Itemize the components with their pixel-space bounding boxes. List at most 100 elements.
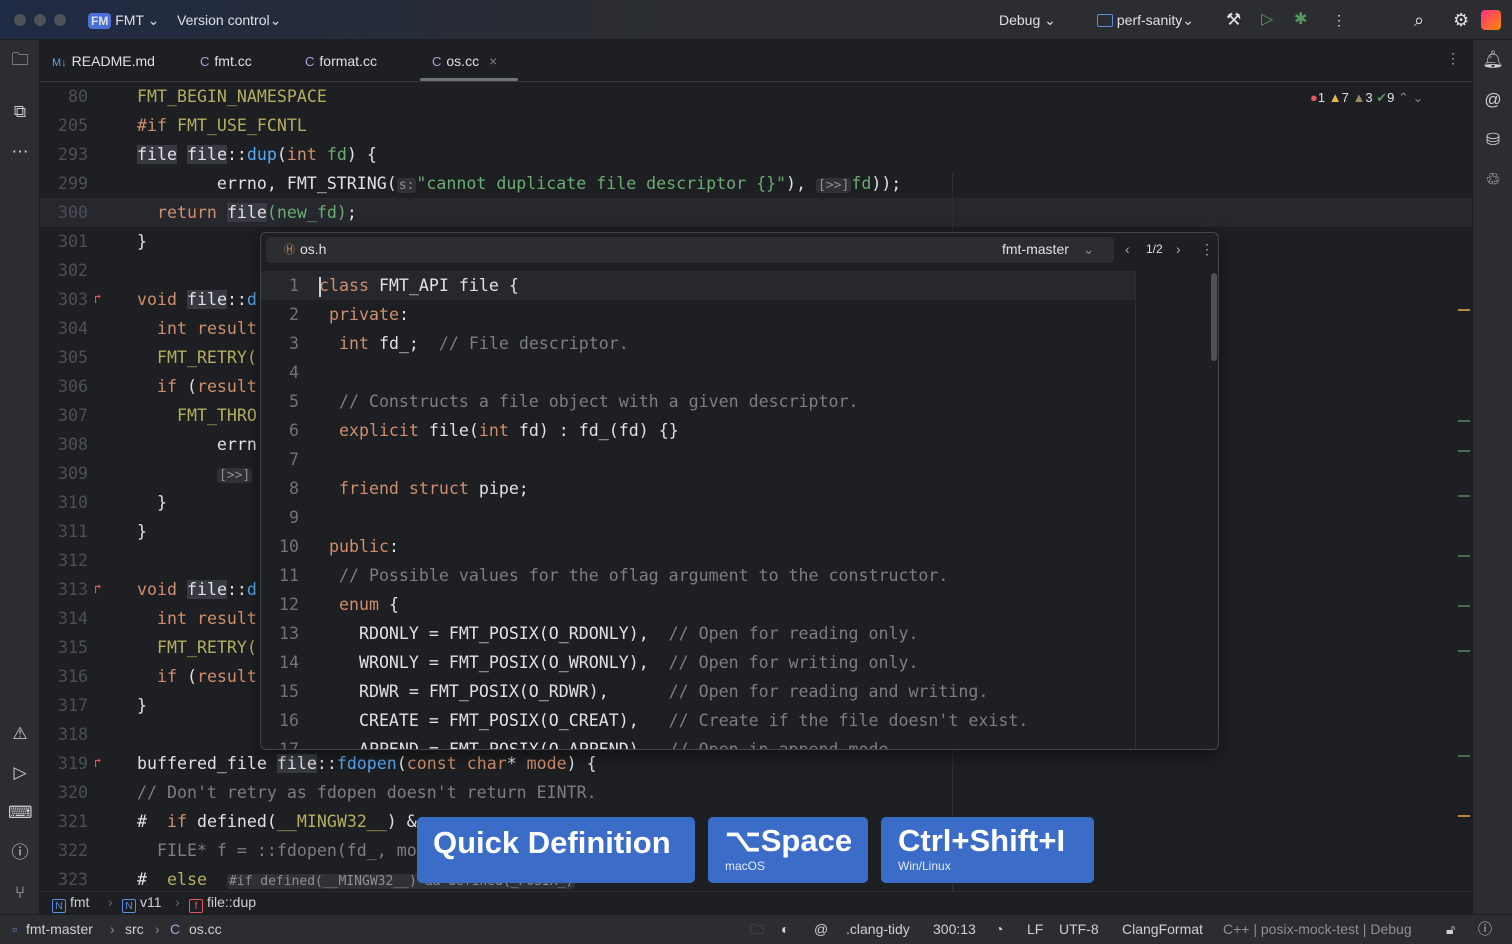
run-config-selector[interactable]: Debug ⌄ bbox=[999, 10, 1056, 30]
chevron-down-icon: ⌄ bbox=[1044, 12, 1056, 28]
window-close-button[interactable] bbox=[14, 14, 26, 26]
code-line[interactable]: 299 errno, FMT_STRING(s: "cannot duplicat… bbox=[40, 169, 1472, 198]
window-zoom-button[interactable] bbox=[54, 14, 66, 26]
build-hammer-icon[interactable]: ⚒ bbox=[1226, 10, 1241, 30]
code-token: if bbox=[156, 667, 177, 686]
inspection-widget[interactable]: ●1 ▲7 ▲3 ✔9 ⌃ ⌄ bbox=[1310, 90, 1423, 106]
code-line[interactable]: 11 // Possible values for the oflag argu… bbox=[261, 561, 1136, 590]
run-target-selector[interactable]: perf-sanity⌄ bbox=[1097, 10, 1194, 30]
code-line[interactable]: 319 ↱ buffered_file file::fdopen(const cha… bbox=[40, 749, 1472, 778]
folder-icon[interactable]: 🗀 bbox=[8, 48, 32, 72]
code-line[interactable]: 14 WRONLY = FMT_POSIX(O_WRONLY), // Open… bbox=[261, 648, 1136, 677]
code-line[interactable]: 3 int fd_; // File descriptor. bbox=[261, 329, 1136, 358]
code-token: fd) : fd_(fd) {} bbox=[508, 421, 679, 440]
search-icon[interactable]: ⌕ bbox=[1414, 10, 1424, 30]
code-line[interactable]: 16 CREATE = FMT_POSIX(O_CREAT), // Creat… bbox=[261, 706, 1136, 735]
warning-triangle-icon[interactable]: ⚠ bbox=[8, 722, 32, 746]
code-text: void file::d bbox=[137, 575, 257, 604]
code-line[interactable]: 205 #if FMT_USE_FCNTL bbox=[40, 111, 1472, 140]
scope-selector[interactable]: fmt-master ⌄ bbox=[1002, 241, 1095, 258]
chevron-down-icon[interactable]: ⌄ bbox=[1412, 90, 1423, 105]
debug-bug-icon[interactable]: ✱ bbox=[1294, 10, 1307, 30]
breadcrumb-function[interactable]: f file::dup bbox=[189, 892, 256, 913]
code-line[interactable]: 7 bbox=[261, 445, 1136, 474]
code-token: FMT_USE_FCNTL bbox=[176, 116, 307, 135]
chevron-up-icon[interactable]: ⌃ bbox=[1398, 90, 1409, 105]
more-horizontal-icon[interactable]: ⋯ bbox=[8, 140, 32, 164]
code-line[interactable]: 17 APPEND = FMT_POSIX(O_APPEND), // Open… bbox=[261, 735, 1136, 749]
status-path-src[interactable]: src bbox=[125, 915, 144, 943]
code-line[interactable]: 80 FMT_BEGIN_NAMESPACE bbox=[40, 82, 1472, 111]
language-context[interactable]: C++ | posix-mock-test | Debug bbox=[1223, 915, 1412, 943]
code-line[interactable]: 320 // Don't retry as fdopen doesn't retu… bbox=[40, 778, 1472, 807]
scrollbar-marker bbox=[1458, 650, 1470, 652]
indent-icon[interactable]: ◔ bbox=[995, 915, 1003, 943]
chevron-right-icon[interactable]: › bbox=[1176, 241, 1181, 257]
code-line[interactable]: 9 bbox=[261, 503, 1136, 532]
code-text: // Constructs a file object with a given… bbox=[319, 387, 859, 416]
file-encoding[interactable]: UTF-8 bbox=[1059, 915, 1099, 943]
ai-icon[interactable]: @ bbox=[814, 915, 828, 943]
code-line[interactable]: 293 file file::dup(int fd) { bbox=[40, 140, 1472, 169]
override-arrow-icon[interactable]: ↱ bbox=[94, 575, 102, 604]
more-vertical-icon[interactable]: ⋮ bbox=[1200, 241, 1214, 258]
error-count: 1 bbox=[1317, 90, 1326, 105]
code-line[interactable]: 4 bbox=[261, 358, 1136, 387]
folder-icon[interactable]: 🗀 bbox=[750, 915, 764, 943]
hierarchy-icon[interactable]: ♲ bbox=[1481, 168, 1505, 192]
override-arrow-icon[interactable]: ↱ bbox=[94, 749, 102, 778]
ide-logo-icon[interactable] bbox=[1481, 10, 1501, 30]
code-line[interactable]: 6 explicit file(int fd) : fd_(fd) {} bbox=[261, 416, 1136, 445]
chevron-left-icon[interactable]: ‹ bbox=[1125, 241, 1130, 257]
linter-config[interactable]: .clang-tidy bbox=[846, 915, 910, 943]
window-minimize-button[interactable] bbox=[34, 14, 46, 26]
tab-format-cc[interactable]: Cformat.cc bbox=[305, 40, 377, 82]
code-line[interactable]: 5 // Constructs a file object with a giv… bbox=[261, 387, 1136, 416]
breadcrumb-namespace-fmt[interactable]: Nfmt bbox=[52, 892, 89, 913]
problems-icon[interactable]: ⓘ bbox=[8, 841, 32, 865]
git-branch-icon[interactable]: ⑂ bbox=[8, 881, 32, 905]
breadcrumb-namespace-v11[interactable]: Nv11 bbox=[122, 892, 162, 913]
code-line[interactable]: 2 private: bbox=[261, 300, 1136, 329]
contrast-icon[interactable]: ◐ bbox=[781, 915, 789, 943]
popup-scrollbar[interactable] bbox=[1211, 273, 1217, 361]
left-tool-window-bar: 🗀 ⧉ ⋯ ⚠ ▷ ⌨ ⓘ ⑂ bbox=[0, 40, 40, 914]
caret-position[interactable]: 300:13 bbox=[933, 915, 976, 943]
code-line[interactable]: 15 RDWR = FMT_POSIX(O_RDWR), // Open for… bbox=[261, 677, 1136, 706]
line-separator[interactable]: LF bbox=[1027, 915, 1043, 943]
gear-icon[interactable]: ⚙ bbox=[1453, 10, 1469, 30]
terminal-icon[interactable]: ⌨ bbox=[8, 801, 33, 825]
code-line[interactable]: 300 return file(new_fd); bbox=[40, 198, 1472, 227]
exclamation-circle-icon[interactable]: ⓘ bbox=[1478, 915, 1492, 943]
structure-icon[interactable]: ⧉ bbox=[8, 100, 32, 124]
vcs-menu[interactable]: Version control⌄ bbox=[177, 10, 281, 30]
code-line[interactable]: 12 enum { bbox=[261, 590, 1136, 619]
more-vertical-icon[interactable]: ⋮ bbox=[1446, 50, 1460, 67]
project-selector[interactable]: FM FMT ⌄ bbox=[88, 10, 159, 30]
typo-check-icon: ✔ bbox=[1376, 90, 1388, 105]
code-formatter[interactable]: ClangFormat bbox=[1122, 915, 1203, 943]
lock-open-icon[interactable]: 🔓︎ bbox=[1446, 915, 1455, 943]
scrollbar-marker bbox=[1458, 450, 1470, 452]
popup-file-name[interactable]: os.h bbox=[300, 241, 326, 257]
code-line[interactable]: 10 public: bbox=[261, 532, 1136, 561]
code-line[interactable]: 8 friend struct pipe; bbox=[261, 474, 1136, 503]
status-path-project[interactable]: fmt-master bbox=[26, 915, 93, 943]
tab-os-cc[interactable]: Cos.cc × bbox=[432, 40, 497, 82]
tab-readme[interactable]: M↓ README.md bbox=[52, 40, 155, 82]
services-icon[interactable]: ▷ bbox=[8, 761, 32, 785]
database-icon[interactable]: ⛁ bbox=[1481, 128, 1505, 152]
popup-code[interactable]: 1 class FMT_API file {2 private: 3 int fd_… bbox=[261, 271, 1218, 749]
code-line[interactable]: 1 class FMT_API file { bbox=[261, 271, 1136, 300]
code-line[interactable]: 13 RDONLY = FMT_POSIX(O_RDONLY), // Open… bbox=[261, 619, 1136, 648]
ai-assistant-icon[interactable]: @ bbox=[1481, 88, 1505, 112]
run-icon[interactable]: ▷ bbox=[1261, 10, 1273, 30]
override-arrow-icon[interactable]: ↱ bbox=[94, 285, 102, 314]
tab-fmt-cc[interactable]: Cfmt.cc bbox=[200, 40, 252, 82]
close-icon[interactable]: × bbox=[489, 53, 497, 69]
status-path-file[interactable]: os.cc bbox=[189, 915, 222, 943]
more-vertical-icon[interactable]: ⋮ bbox=[1332, 10, 1346, 30]
scrollbar-marker bbox=[1458, 605, 1470, 607]
line-number: 307 bbox=[58, 406, 88, 425]
bell-icon[interactable]: 🔔︎ bbox=[1481, 48, 1505, 72]
